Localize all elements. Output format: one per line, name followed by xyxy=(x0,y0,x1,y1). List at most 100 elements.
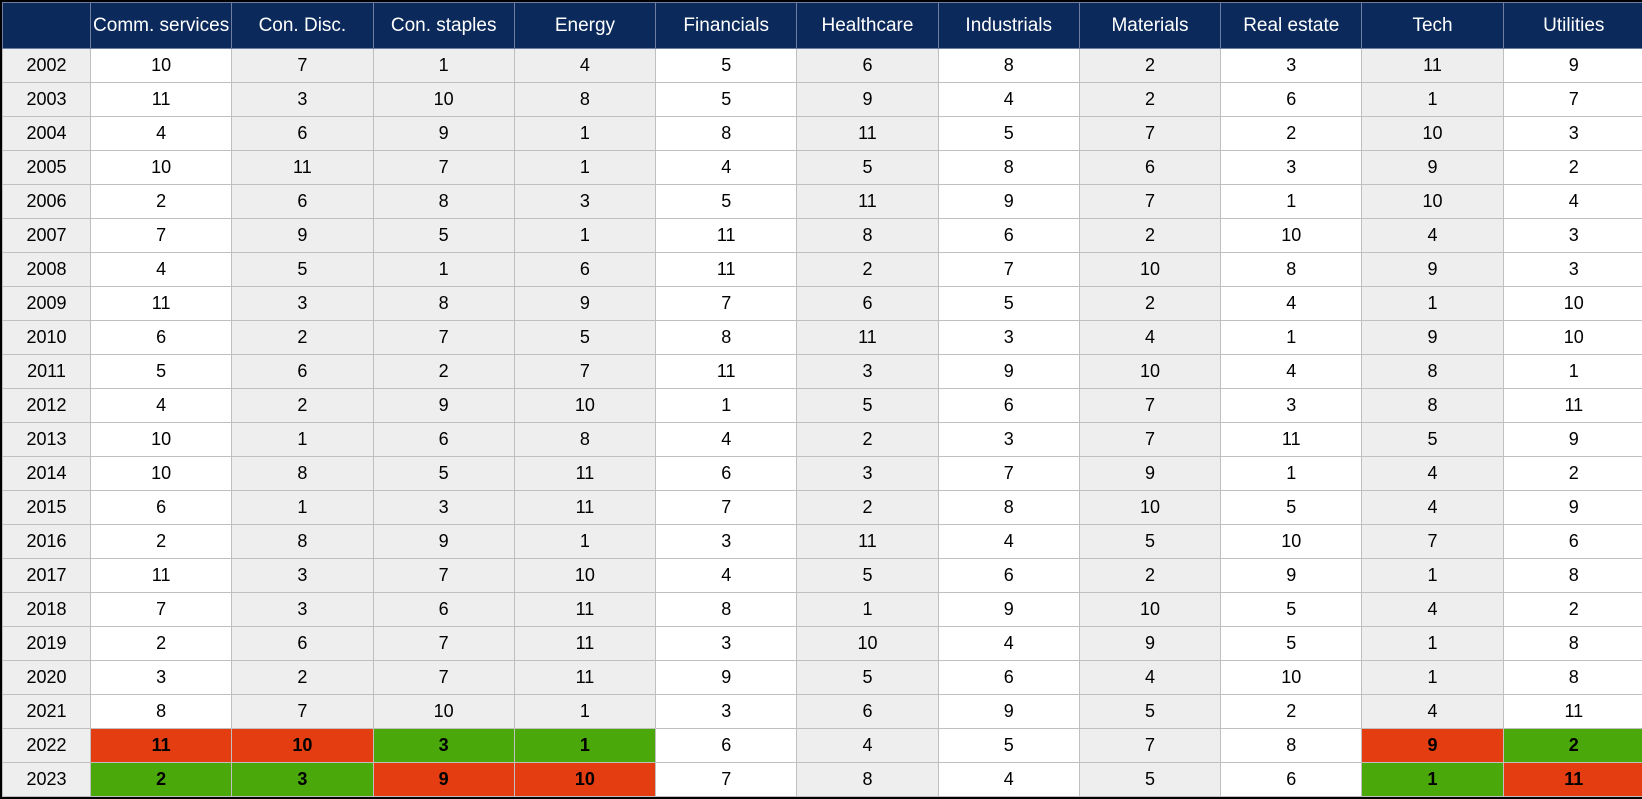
data-cell: 4 xyxy=(514,49,655,83)
data-cell: 9 xyxy=(373,525,514,559)
data-cell: 8 xyxy=(1503,661,1642,695)
data-cell: 6 xyxy=(938,559,1079,593)
data-cell: 1 xyxy=(232,491,373,525)
data-cell: 6 xyxy=(232,185,373,219)
data-cell: 10 xyxy=(1221,661,1362,695)
data-cell: 3 xyxy=(514,185,655,219)
data-cell: 4 xyxy=(938,627,1079,661)
data-cell: 4 xyxy=(91,389,232,423)
year-label: 2010 xyxy=(3,321,91,355)
data-cell: 5 xyxy=(797,661,938,695)
data-cell: 6 xyxy=(373,593,514,627)
data-cell: 1 xyxy=(373,253,514,287)
data-cell: 5 xyxy=(1079,695,1220,729)
data-cell: 4 xyxy=(656,151,797,185)
data-cell: 2 xyxy=(797,491,938,525)
data-cell: 11 xyxy=(514,457,655,491)
data-cell: 5 xyxy=(656,83,797,117)
data-cell: 7 xyxy=(1362,525,1503,559)
data-cell: 3 xyxy=(232,593,373,627)
data-cell: 9 xyxy=(1362,151,1503,185)
data-cell: 4 xyxy=(797,729,938,763)
data-cell: 1 xyxy=(1221,185,1362,219)
data-cell: 4 xyxy=(1362,695,1503,729)
table-row: 20106275811341910 xyxy=(3,321,1642,355)
data-cell: 8 xyxy=(797,219,938,253)
data-cell: 9 xyxy=(514,287,655,321)
column-header: Utilities xyxy=(1503,3,1642,49)
data-cell: 10 xyxy=(514,389,655,423)
year-label: 2020 xyxy=(3,661,91,695)
data-cell: 7 xyxy=(373,321,514,355)
data-cell: 7 xyxy=(373,627,514,661)
data-cell: 9 xyxy=(373,117,514,151)
table-row: 20192671131049518 xyxy=(3,627,1642,661)
data-cell: 7 xyxy=(656,287,797,321)
year-label: 2022 xyxy=(3,729,91,763)
data-cell: 2 xyxy=(797,253,938,287)
data-cell: 3 xyxy=(232,559,373,593)
column-header: Con. staples xyxy=(373,3,514,49)
data-cell: 9 xyxy=(1362,253,1503,287)
data-cell: 3 xyxy=(1221,151,1362,185)
data-cell: 3 xyxy=(1503,253,1642,287)
data-cell: 8 xyxy=(373,185,514,219)
year-label: 2019 xyxy=(3,627,91,661)
year-label: 2005 xyxy=(3,151,91,185)
data-cell: 1 xyxy=(514,695,655,729)
data-cell: 6 xyxy=(232,355,373,389)
data-cell: 7 xyxy=(373,661,514,695)
data-cell: 4 xyxy=(1503,185,1642,219)
data-cell: 6 xyxy=(91,491,232,525)
data-cell: 6 xyxy=(797,695,938,729)
data-cell: 6 xyxy=(938,661,1079,695)
data-cell: 5 xyxy=(1079,525,1220,559)
data-cell: 5 xyxy=(656,49,797,83)
data-cell: 1 xyxy=(1503,355,1642,389)
data-cell: 10 xyxy=(514,763,655,797)
data-cell: 3 xyxy=(1503,117,1642,151)
data-cell: 9 xyxy=(938,355,1079,389)
data-cell: 10 xyxy=(797,627,938,661)
data-cell: 5 xyxy=(1221,593,1362,627)
table-row: 20091138976524110 xyxy=(3,287,1642,321)
data-cell: 8 xyxy=(797,763,938,797)
data-cell: 11 xyxy=(91,559,232,593)
data-cell: 1 xyxy=(1221,457,1362,491)
data-cell: 5 xyxy=(797,559,938,593)
data-cell: 5 xyxy=(1362,423,1503,457)
data-cell: 1 xyxy=(514,219,655,253)
data-cell: 9 xyxy=(938,695,1079,729)
header-corner xyxy=(3,3,91,49)
data-cell: 5 xyxy=(797,389,938,423)
data-cell: 5 xyxy=(373,457,514,491)
data-cell: 3 xyxy=(373,729,514,763)
table-row: 20162891311451076 xyxy=(3,525,1642,559)
data-cell: 5 xyxy=(938,287,1079,321)
data-cell: 9 xyxy=(938,185,1079,219)
data-cell: 10 xyxy=(1221,525,1362,559)
data-cell: 6 xyxy=(373,423,514,457)
data-cell: 1 xyxy=(1362,627,1503,661)
data-cell: 4 xyxy=(656,559,797,593)
table-row: 20221110316457892 xyxy=(3,729,1642,763)
data-cell: 3 xyxy=(232,83,373,117)
data-cell: 8 xyxy=(232,525,373,559)
column-header: Financials xyxy=(656,3,797,49)
data-cell: 6 xyxy=(656,729,797,763)
data-cell: 3 xyxy=(232,287,373,321)
data-cell: 10 xyxy=(1079,253,1220,287)
data-cell: 10 xyxy=(1079,491,1220,525)
data-cell: 2 xyxy=(1221,117,1362,151)
table-row: 20044691811572103 xyxy=(3,117,1642,151)
data-cell: 5 xyxy=(1079,763,1220,797)
data-cell: 3 xyxy=(373,491,514,525)
data-cell: 6 xyxy=(232,117,373,151)
table-row: 20084516112710893 xyxy=(3,253,1642,287)
column-header: Industrials xyxy=(938,3,1079,49)
data-cell: 1 xyxy=(1362,287,1503,321)
data-cell: 1 xyxy=(514,117,655,151)
table-row: 20131016842371159 xyxy=(3,423,1642,457)
data-cell: 4 xyxy=(1221,287,1362,321)
data-cell: 3 xyxy=(1503,219,1642,253)
